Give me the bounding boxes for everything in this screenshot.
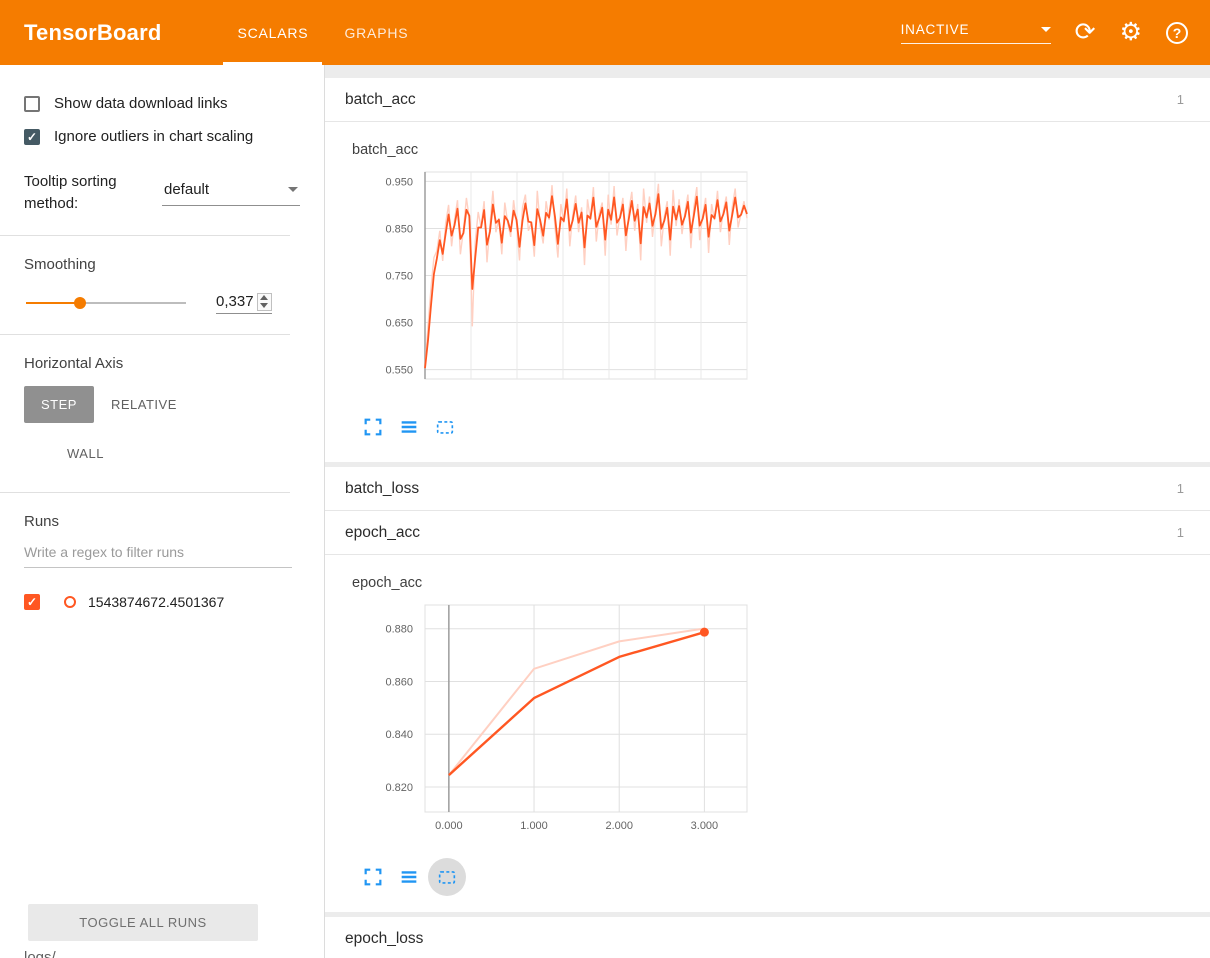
divider bbox=[0, 235, 290, 236]
fit-domain-icon[interactable] bbox=[436, 866, 458, 888]
run-name: 1543874672.4501367 bbox=[88, 594, 224, 610]
svg-text:0.950: 0.950 bbox=[385, 176, 413, 188]
svg-text:0.550: 0.550 bbox=[385, 365, 413, 377]
tooltip-sorting-value: default bbox=[164, 181, 209, 198]
svg-text:2.000: 2.000 bbox=[605, 820, 633, 832]
checkbox-icon bbox=[24, 96, 40, 112]
checkbox-label: Show data download links bbox=[54, 95, 227, 112]
smoothing-input[interactable]: 0,337 bbox=[216, 293, 272, 314]
smoothing-slider-thumb[interactable] bbox=[74, 297, 86, 309]
divider bbox=[0, 334, 290, 335]
checkbox-checked-icon bbox=[24, 129, 40, 145]
axis-step-button[interactable]: STEP bbox=[24, 386, 94, 423]
svg-text:0.840: 0.840 bbox=[385, 729, 413, 741]
section-header-epoch-acc[interactable]: epoch_acc 1 bbox=[325, 511, 1210, 555]
chart-toolbar bbox=[362, 406, 1210, 448]
app-header: TensorBoard SCALARS GRAPHS INACTIVE ⟳ ⚙ … bbox=[0, 0, 1210, 65]
status-label: INACTIVE bbox=[901, 22, 970, 37]
run-group-label: logs/ bbox=[24, 949, 56, 958]
section-title: batch_loss bbox=[345, 480, 419, 498]
tooltip-sorting-select[interactable]: default bbox=[162, 177, 300, 206]
refresh-icon[interactable]: ⟳ bbox=[1075, 20, 1096, 45]
status-dropdown[interactable]: INACTIVE bbox=[901, 22, 1051, 44]
svg-text:1.000: 1.000 bbox=[520, 820, 548, 832]
fit-domain-icon[interactable] bbox=[434, 416, 456, 438]
triangle-down-icon bbox=[260, 303, 268, 308]
expand-icon[interactable] bbox=[362, 866, 384, 888]
help-icon[interactable]: ? bbox=[1166, 22, 1188, 44]
smoothing-value: 0,337 bbox=[216, 293, 257, 310]
section-title: epoch_loss bbox=[345, 930, 423, 948]
chart-toolbar bbox=[362, 856, 1210, 898]
spinner-up-button[interactable] bbox=[258, 294, 271, 302]
scalars-dashboard: batch_acc 1 batch_acc 0.550 0.650 0.750 0.8… bbox=[325, 65, 1210, 958]
ignore-outliers-checkbox[interactable]: Ignore outliers in chart scaling bbox=[24, 128, 300, 145]
run-color-swatch bbox=[64, 596, 76, 608]
tab-bar: SCALARS GRAPHS bbox=[219, 0, 426, 65]
batch-acc-chart[interactable]: 0.550 0.650 0.750 0.850 0.950 bbox=[340, 160, 770, 395]
runs-label: Runs bbox=[24, 513, 300, 530]
run-checkbox-icon[interactable] bbox=[24, 594, 40, 610]
show-download-links-checkbox[interactable]: Show data download links bbox=[24, 95, 300, 112]
chart-title: batch_acc bbox=[352, 142, 1210, 158]
run-row[interactable]: 1543874672.4501367 bbox=[24, 594, 300, 610]
section-count: 1 bbox=[1177, 92, 1184, 107]
smoothing-label: Smoothing bbox=[24, 256, 300, 273]
expand-icon[interactable] bbox=[362, 416, 384, 438]
epoch-acc-chart[interactable]: 0.820 0.840 0.860 0.880 0.000 1.000 2.000 3.000 bbox=[340, 593, 770, 845]
run-lines-icon[interactable] bbox=[398, 866, 420, 888]
content-area: Show data download links Ignore outliers… bbox=[0, 65, 1210, 958]
smoothing-row: 0,337 bbox=[24, 293, 300, 314]
section-header-epoch-loss[interactable]: epoch_loss bbox=[325, 917, 1210, 958]
tensorboard-app: TensorBoard SCALARS GRAPHS INACTIVE ⟳ ⚙ … bbox=[0, 0, 1210, 958]
svg-text:0.880: 0.880 bbox=[385, 624, 413, 636]
section-title: batch_acc bbox=[345, 91, 416, 109]
chart-title: epoch_acc bbox=[352, 575, 1210, 591]
triangle-up-icon bbox=[260, 295, 268, 300]
section-header-batch-acc[interactable]: batch_acc 1 bbox=[325, 78, 1210, 122]
toggle-all-runs-button[interactable]: TOGGLE ALL RUNS bbox=[28, 904, 258, 941]
svg-text:0.000: 0.000 bbox=[435, 820, 463, 832]
axis-relative-button[interactable]: RELATIVE bbox=[94, 386, 194, 423]
fit-icon-active-ripple bbox=[428, 858, 466, 896]
horizontal-axis-label: Horizontal Axis bbox=[24, 355, 300, 372]
chevron-down-icon bbox=[288, 187, 298, 192]
horizontal-axis-buttons: STEPRELATIVE WALL bbox=[24, 386, 254, 472]
svg-text:0.750: 0.750 bbox=[385, 271, 413, 283]
chart-card-epoch-acc: epoch_acc 0.820 0.840 0.860 0.880 0.000 1.000… bbox=[325, 555, 1210, 912]
smoothing-slider[interactable] bbox=[26, 302, 186, 304]
sidebar: Show data download links Ignore outliers… bbox=[0, 65, 325, 958]
tooltip-sorting-label: Tooltip sorting method: bbox=[24, 171, 162, 215]
tab-graphs[interactable]: GRAPHS bbox=[326, 0, 426, 65]
spinner-down-button[interactable] bbox=[258, 302, 271, 310]
smoothing-slider-fill bbox=[26, 302, 80, 304]
chart-card-batch-acc: batch_acc 0.550 0.650 0.750 0.850 0.950 bbox=[325, 122, 1210, 462]
number-spinner bbox=[257, 293, 272, 311]
header-actions: INACTIVE ⟳ ⚙ ? bbox=[901, 0, 1210, 65]
settings-icon[interactable]: ⚙ bbox=[1120, 20, 1142, 45]
tab-scalars[interactable]: SCALARS bbox=[219, 0, 326, 65]
section-count: 1 bbox=[1177, 481, 1184, 496]
chevron-down-icon bbox=[1041, 27, 1051, 32]
divider bbox=[0, 492, 290, 493]
section-title: epoch_acc bbox=[345, 524, 420, 542]
runs-filter-input[interactable] bbox=[24, 536, 292, 568]
svg-text:0.650: 0.650 bbox=[385, 318, 413, 330]
app-title: TensorBoard bbox=[24, 20, 161, 46]
checkbox-label: Ignore outliers in chart scaling bbox=[54, 128, 253, 145]
svg-text:0.860: 0.860 bbox=[385, 676, 413, 688]
axis-wall-button[interactable]: WALL bbox=[50, 435, 121, 472]
tooltip-sorting-row: Tooltip sorting method: default bbox=[24, 171, 300, 215]
svg-text:0.820: 0.820 bbox=[385, 782, 413, 794]
svg-text:3.000: 3.000 bbox=[691, 820, 719, 832]
section-count: 1 bbox=[1177, 525, 1184, 540]
svg-text:0.850: 0.850 bbox=[385, 223, 413, 235]
section-header-batch-loss[interactable]: batch_loss 1 bbox=[325, 467, 1210, 511]
run-lines-icon[interactable] bbox=[398, 416, 420, 438]
